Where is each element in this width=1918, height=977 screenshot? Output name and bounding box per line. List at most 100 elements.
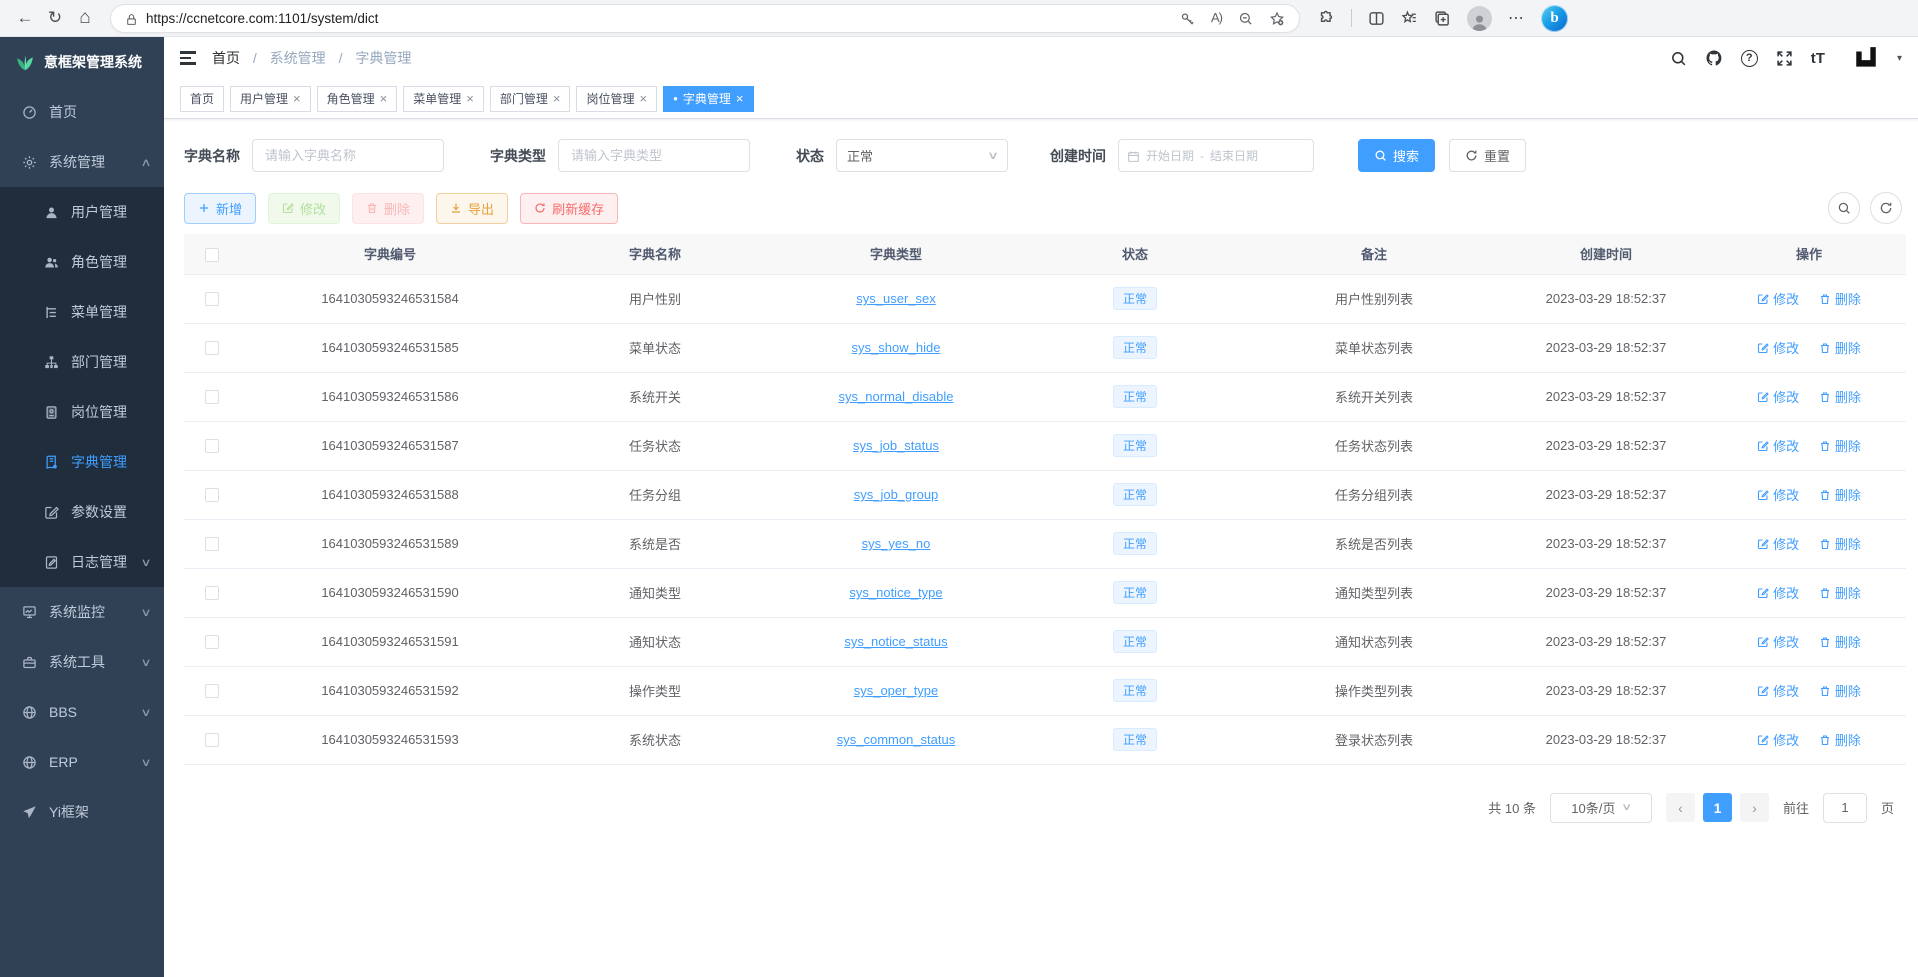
close-icon[interactable]: ×: [736, 92, 744, 105]
prev-page-button[interactable]: ‹: [1666, 793, 1695, 822]
edit-button[interactable]: 修改: [268, 193, 340, 224]
favorites-icon[interactable]: [1401, 9, 1418, 27]
row-delete-button[interactable]: 删除: [1819, 387, 1861, 406]
sidebar-item-user-management[interactable]: 用户管理: [0, 187, 164, 237]
dict-name-input[interactable]: [252, 139, 444, 172]
row-edit-button[interactable]: 修改: [1757, 583, 1799, 602]
collections-icon[interactable]: [1434, 9, 1451, 27]
row-checkbox[interactable]: [205, 439, 219, 453]
add-button[interactable]: 新增: [184, 193, 256, 224]
close-icon[interactable]: ×: [466, 92, 474, 105]
url-text[interactable]: https://ccnetcore.com:1101/system/dict: [146, 11, 1180, 26]
row-checkbox[interactable]: [205, 292, 219, 306]
chevron-down-icon[interactable]: ▾: [1897, 53, 1902, 64]
row-edit-button[interactable]: 修改: [1757, 289, 1799, 308]
row-delete-button[interactable]: 删除: [1819, 534, 1861, 553]
sidebar-item-role-management[interactable]: 角色管理: [0, 237, 164, 287]
help-icon[interactable]: ?: [1741, 50, 1758, 67]
dict-type-link[interactable]: sys_yes_no: [862, 536, 931, 551]
tab-dept-management[interactable]: 部门管理×: [490, 86, 571, 112]
extensions-icon[interactable]: [1318, 9, 1335, 27]
select-all-checkbox[interactable]: [205, 248, 219, 262]
browser-home-icon[interactable]: ⌂: [70, 3, 100, 33]
github-icon[interactable]: [1705, 49, 1723, 67]
sidebar-item-home[interactable]: 首页: [0, 87, 164, 137]
collapse-sidebar-icon[interactable]: [180, 51, 196, 65]
row-delete-button[interactable]: 删除: [1819, 338, 1861, 357]
row-checkbox[interactable]: [205, 684, 219, 698]
row-checkbox[interactable]: [205, 733, 219, 747]
browser-menu-icon[interactable]: ⋯: [1508, 8, 1525, 28]
row-checkbox[interactable]: [205, 586, 219, 600]
row-edit-button[interactable]: 修改: [1757, 534, 1799, 553]
tab-dict-management[interactable]: ●字典管理×: [663, 86, 753, 112]
sidebar-item-param-settings[interactable]: 参数设置: [0, 487, 164, 537]
reset-button[interactable]: 重置: [1449, 139, 1526, 172]
row-checkbox[interactable]: [205, 341, 219, 355]
export-button[interactable]: 导出: [436, 193, 508, 224]
row-delete-button[interactable]: 删除: [1819, 632, 1861, 651]
row-delete-button[interactable]: 删除: [1819, 681, 1861, 700]
add-favorite-icon[interactable]: [1269, 9, 1285, 26]
sidebar-item-erp[interactable]: ERP ∨: [0, 737, 164, 787]
next-page-button[interactable]: ›: [1740, 793, 1769, 822]
close-icon[interactable]: ×: [639, 92, 647, 105]
sidebar-item-yi-framework[interactable]: Yi框架: [0, 787, 164, 837]
close-icon[interactable]: ×: [380, 92, 388, 105]
user-logo-avatar[interactable]: [1853, 45, 1879, 71]
row-edit-button[interactable]: 修改: [1757, 338, 1799, 357]
toggle-search-icon[interactable]: [1828, 192, 1860, 224]
start-date-placeholder[interactable]: 开始日期: [1146, 147, 1194, 164]
header-search-icon[interactable]: [1670, 50, 1687, 67]
sidebar-item-dict-management[interactable]: 字典管理: [0, 437, 164, 487]
dict-type-link[interactable]: sys_oper_type: [854, 683, 939, 698]
breadcrumb-home[interactable]: 首页: [212, 50, 240, 66]
dict-type-link[interactable]: sys_notice_status: [844, 634, 947, 649]
search-button[interactable]: 搜索: [1358, 139, 1435, 172]
dict-type-link[interactable]: sys_notice_type: [849, 585, 942, 600]
row-checkbox[interactable]: [205, 635, 219, 649]
fullscreen-icon[interactable]: [1776, 50, 1793, 67]
row-delete-button[interactable]: 删除: [1819, 485, 1861, 504]
end-date-placeholder[interactable]: 结束日期: [1210, 147, 1258, 164]
password-key-icon[interactable]: [1180, 10, 1195, 27]
sidebar-item-bbs[interactable]: BBS ∨: [0, 687, 164, 737]
dict-type-link[interactable]: sys_normal_disable: [839, 389, 954, 404]
row-edit-button[interactable]: 修改: [1757, 632, 1799, 651]
sidebar-item-menu-management[interactable]: 菜单管理: [0, 287, 164, 337]
page-1-button[interactable]: 1: [1703, 793, 1732, 822]
row-checkbox[interactable]: [205, 488, 219, 502]
refresh-cache-button[interactable]: 刷新缓存: [520, 193, 618, 224]
browser-reload-icon[interactable]: ↻: [40, 3, 70, 33]
sidebar-item-system-management[interactable]: 系统管理 ∧: [0, 137, 164, 187]
page-size-select[interactable]: 10条/页 ∨: [1550, 793, 1652, 823]
row-delete-button[interactable]: 删除: [1819, 730, 1861, 749]
delete-button[interactable]: 删除: [352, 193, 424, 224]
row-edit-button[interactable]: 修改: [1757, 681, 1799, 700]
close-icon[interactable]: ×: [293, 92, 301, 105]
row-checkbox[interactable]: [205, 390, 219, 404]
row-edit-button[interactable]: 修改: [1757, 387, 1799, 406]
date-range-picker[interactable]: 开始日期 - 结束日期: [1118, 139, 1314, 172]
address-bar[interactable]: https://ccnetcore.com:1101/system/dict A…: [110, 4, 1300, 33]
read-aloud-icon[interactable]: A): [1211, 10, 1222, 25]
font-size-icon[interactable]: tT: [1811, 50, 1825, 67]
goto-page-input[interactable]: [1823, 793, 1867, 823]
sidebar-item-dept-management[interactable]: 部门管理: [0, 337, 164, 387]
row-delete-button[interactable]: 删除: [1819, 583, 1861, 602]
bing-chat-icon[interactable]: b: [1541, 5, 1568, 32]
browser-back-icon[interactable]: ←: [10, 3, 40, 33]
sidebar-item-system-tools[interactable]: 系统工具 ∨: [0, 637, 164, 687]
close-icon[interactable]: ×: [553, 92, 561, 105]
tab-role-management[interactable]: 角色管理×: [317, 86, 398, 112]
breadcrumb-system[interactable]: 系统管理: [270, 50, 326, 66]
dict-type-input[interactable]: [558, 139, 750, 172]
tab-menu-management[interactable]: 菜单管理×: [403, 86, 484, 112]
dict-type-link[interactable]: sys_show_hide: [852, 340, 941, 355]
tab-user-management[interactable]: 用户管理×: [230, 86, 311, 112]
dict-type-link[interactable]: sys_user_sex: [856, 291, 935, 306]
refresh-table-icon[interactable]: [1870, 192, 1902, 224]
status-select[interactable]: 正常 ∨: [836, 139, 1008, 172]
sidebar-item-post-management[interactable]: 岗位管理: [0, 387, 164, 437]
profile-avatar[interactable]: [1467, 6, 1492, 31]
